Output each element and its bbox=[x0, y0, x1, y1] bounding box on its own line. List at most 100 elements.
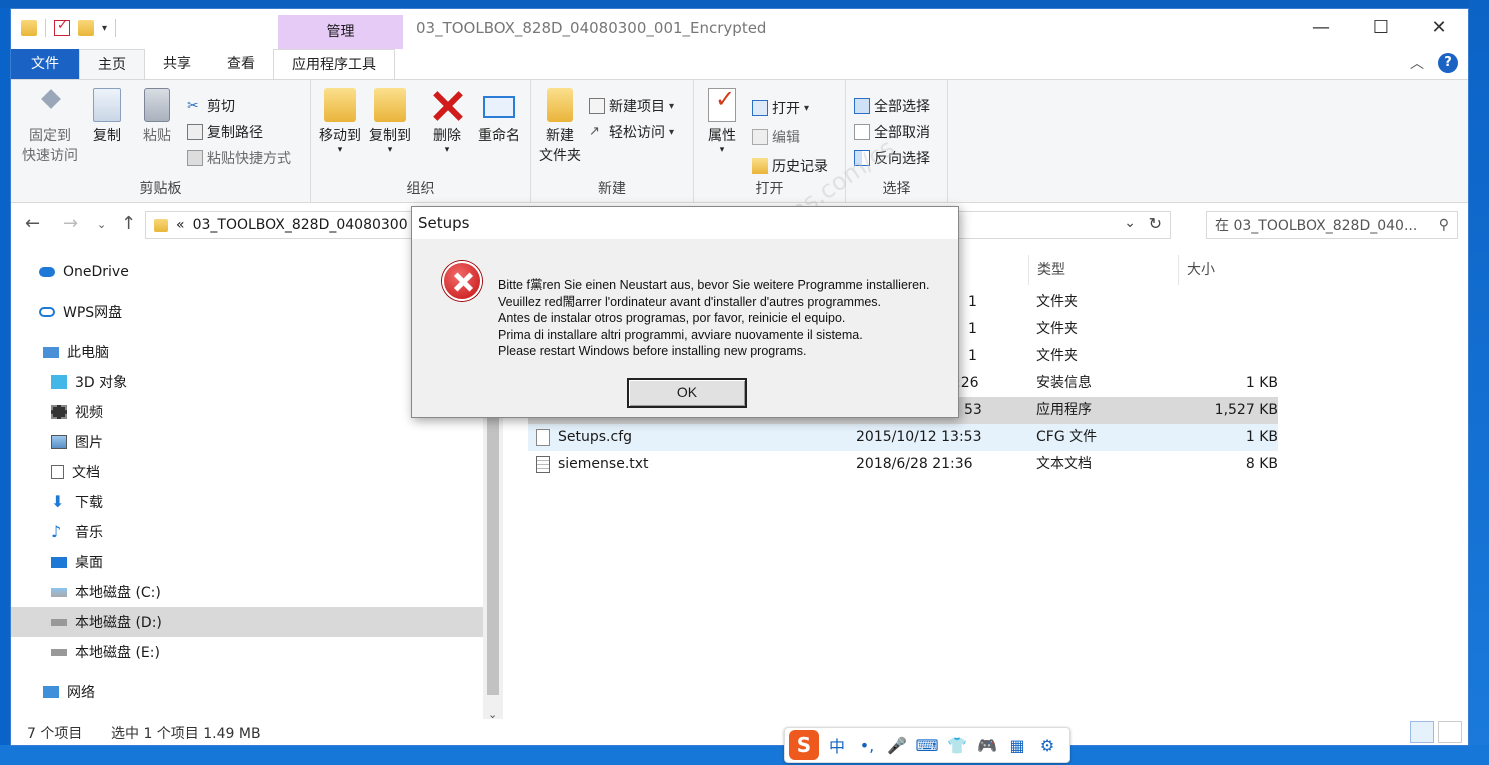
large-icons-view-button[interactable] bbox=[1438, 721, 1462, 743]
move-to-button[interactable]: 移动到 ▾ bbox=[317, 88, 363, 155]
new-folder-label-2: 文件夹 bbox=[539, 148, 581, 164]
new-folder-icon[interactable] bbox=[78, 20, 94, 36]
column-header-type[interactable]: 类型 bbox=[1028, 255, 1178, 285]
document-icon bbox=[51, 465, 64, 479]
easy-access-icon: ↗ bbox=[589, 124, 600, 139]
properties-button[interactable]: 属性 ▾ bbox=[702, 88, 742, 155]
divider bbox=[45, 19, 46, 37]
cloud-icon bbox=[39, 267, 55, 277]
toolbox-icon[interactable]: ▦ bbox=[1005, 736, 1029, 755]
column-header-size[interactable]: 大小 bbox=[1178, 255, 1278, 285]
pin-quick-access-button[interactable]: 固定到 快速访问 bbox=[19, 88, 81, 166]
new-item-icon bbox=[589, 98, 605, 114]
easy-access-button[interactable]: ↗ 轻松访问 ▾ bbox=[589, 120, 674, 144]
rename-button[interactable]: 重命名 bbox=[475, 88, 523, 146]
ime-punctuation-icon[interactable]: •, bbox=[855, 736, 879, 755]
new-item-button[interactable]: 新建项目 ▾ bbox=[589, 94, 674, 118]
search-input[interactable]: 在 03_TOOLBOX_828D_040... ⚲ bbox=[1206, 211, 1458, 239]
table-row[interactable]: siemense.txt 2018/6/28 21:36 文本文档 8 KB bbox=[528, 451, 1278, 478]
paste-shortcut-button[interactable]: 粘贴快捷方式 bbox=[187, 146, 291, 170]
file-size: 1,527 KB bbox=[1214, 402, 1278, 418]
tab-app-tools[interactable]: 应用程序工具 bbox=[273, 49, 395, 79]
recent-locations-button[interactable]: ⌄ bbox=[97, 218, 106, 231]
paste-button[interactable]: 粘贴 bbox=[137, 88, 177, 146]
nav-item-desktop[interactable]: 桌面 bbox=[51, 547, 103, 577]
refresh-icon[interactable]: ↻ bbox=[1149, 214, 1162, 233]
open-button[interactable]: 打开 ▾ bbox=[752, 96, 809, 120]
history-label: 历史记录 bbox=[772, 159, 828, 175]
nav-item-music[interactable]: ♪ 音乐 bbox=[51, 517, 103, 547]
nav-item-videos[interactable]: 视频 bbox=[51, 397, 103, 427]
nav-item-onedrive[interactable]: OneDrive bbox=[39, 257, 129, 287]
maximize-button[interactable]: ☐ bbox=[1366, 17, 1396, 38]
collapse-ribbon-icon[interactable]: ︿ bbox=[1410, 53, 1424, 73]
new-folder-button[interactable]: 新建 文件夹 bbox=[535, 88, 585, 166]
ime-mode-chinese[interactable]: 中 bbox=[825, 733, 849, 757]
settings-icon[interactable]: ⚙ bbox=[1035, 736, 1059, 755]
edit-icon bbox=[752, 129, 768, 145]
file-icon bbox=[536, 429, 550, 446]
nav-item-this-pc[interactable]: 此电脑 bbox=[43, 337, 109, 367]
ok-button[interactable]: OK bbox=[627, 378, 747, 408]
select-none-button[interactable]: 全部取消 bbox=[854, 120, 930, 144]
nav-item-network[interactable]: 网络 bbox=[43, 677, 95, 707]
nav-item-label: 下载 bbox=[75, 495, 103, 511]
tab-manage[interactable]: 管理 bbox=[278, 15, 403, 49]
rename-label: 重命名 bbox=[478, 128, 520, 144]
cube-icon bbox=[51, 375, 67, 389]
invert-selection-button[interactable]: 反向选择 bbox=[854, 146, 930, 170]
file-size: 8 KB bbox=[1245, 456, 1278, 472]
nav-item-label: 本地磁盘 (C:) bbox=[75, 585, 161, 601]
open-group: 属性 ▾ 打开 ▾ 编辑 历史记录 打开 bbox=[694, 80, 846, 202]
breadcrumb-path[interactable]: 03_TOOLBOX_828D_04080300 bbox=[193, 217, 408, 233]
history-button[interactable]: 历史记录 bbox=[752, 154, 828, 178]
table-row[interactable]: Setups.cfg 2015/10/12 13:53 CFG 文件 1 KB bbox=[528, 424, 1278, 451]
copy-button[interactable]: 复制 bbox=[87, 88, 127, 146]
pin-label-2: 快速访问 bbox=[22, 148, 78, 164]
customize-toolbar-icon[interactable]: ▾ bbox=[102, 23, 107, 34]
address-dropdown-icon[interactable]: ⌄ bbox=[1124, 215, 1136, 231]
tab-share[interactable]: 共享 bbox=[145, 49, 209, 79]
nav-item-documents[interactable]: 文档 bbox=[51, 457, 100, 487]
new-folder-label: 新建 bbox=[546, 128, 574, 144]
paste-label: 粘贴 bbox=[143, 128, 171, 144]
nav-item-wps[interactable]: WPS网盘 bbox=[39, 297, 122, 327]
details-view-button[interactable] bbox=[1410, 721, 1434, 743]
nav-item-pictures[interactable]: 图片 bbox=[51, 427, 103, 457]
nav-item-drive-d[interactable]: 本地磁盘 (D:) bbox=[51, 607, 162, 637]
delete-button[interactable]: 删除 ▾ bbox=[429, 88, 465, 155]
cut-button[interactable]: ✂ 剪切 bbox=[187, 94, 235, 118]
microphone-icon[interactable]: 🎤 bbox=[885, 736, 909, 755]
skin-icon[interactable]: 👕 bbox=[945, 736, 969, 755]
tab-view[interactable]: 查看 bbox=[209, 49, 273, 79]
nav-item-drive-c[interactable]: 本地磁盘 (C:) bbox=[51, 577, 161, 607]
computer-icon bbox=[43, 346, 59, 358]
nav-item-label: 此电脑 bbox=[67, 345, 109, 361]
copy-to-button[interactable]: 复制到 ▾ bbox=[367, 88, 413, 155]
nav-item-downloads[interactable]: ⬇ 下载 bbox=[51, 487, 103, 517]
properties-icon[interactable] bbox=[54, 18, 70, 36]
clipboard-group-label: 剪贴板 bbox=[139, 181, 182, 197]
forward-button[interactable]: → bbox=[63, 213, 78, 234]
up-button[interactable]: ↑ bbox=[121, 213, 136, 234]
sogou-logo-icon[interactable]: S bbox=[789, 730, 819, 760]
nav-item-3d-objects[interactable]: 3D 对象 bbox=[51, 367, 127, 397]
help-icon[interactable]: ? bbox=[1438, 53, 1458, 73]
keyboard-icon[interactable]: ⌨ bbox=[915, 736, 939, 755]
minimize-button[interactable]: — bbox=[1306, 17, 1336, 38]
breadcrumb-overflow[interactable]: « bbox=[176, 217, 185, 233]
select-all-button[interactable]: 全部选择 bbox=[854, 94, 930, 118]
close-button[interactable]: ✕ bbox=[1424, 17, 1454, 38]
new-folder-icon bbox=[547, 88, 573, 122]
nav-item-label: 音乐 bbox=[75, 525, 103, 541]
copy-path-button[interactable]: 复制路径 bbox=[187, 120, 263, 144]
edit-button[interactable]: 编辑 bbox=[752, 125, 800, 149]
copy-label: 复制 bbox=[93, 128, 121, 144]
rename-icon bbox=[483, 96, 515, 118]
tab-home[interactable]: 主页 bbox=[79, 49, 145, 79]
back-button[interactable]: ← bbox=[25, 213, 40, 234]
tab-file[interactable]: 文件 bbox=[11, 49, 79, 79]
game-icon[interactable]: 🎮 bbox=[975, 736, 999, 755]
nav-item-drive-e[interactable]: 本地磁盘 (E:) bbox=[51, 637, 160, 667]
dialog-message: Bitte f黨ren Sie einen Neustart aus, bevo… bbox=[498, 277, 929, 360]
